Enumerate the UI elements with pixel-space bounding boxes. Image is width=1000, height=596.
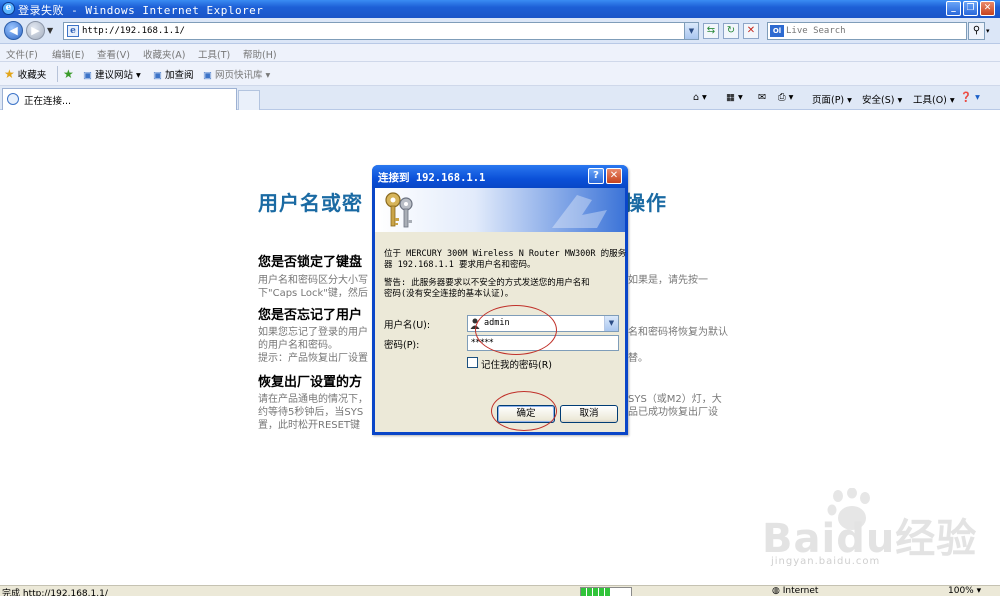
section-caps-lock-text-2: 下"Caps Lock"键，然后 — [258, 288, 368, 299]
star-icon: ★ — [4, 67, 15, 81]
dialog-help-button[interactable]: ? — [588, 168, 604, 184]
search-box[interactable]: Ol — [767, 22, 967, 40]
progress-fill — [581, 588, 611, 596]
restore-button[interactable]: ❐ — [963, 1, 978, 16]
address-dropdown-icon[interactable]: ▼ — [684, 23, 698, 39]
close-window-button[interactable]: ✕ — [980, 1, 995, 16]
tab-row: 正在连接... ⌂ ▾ ▦ ▾ ✉ ⎙ ▾ 页面(P) ▾ 安全(S) ▾ 工具… — [0, 86, 1000, 110]
section-caps-lock-title: 您是否锁定了键盘 — [258, 255, 363, 270]
section-reset-text-2-right: 品已成功恢复出厂设 — [628, 407, 718, 418]
tools-menu[interactable]: 工具(O) ▾ — [913, 92, 955, 106]
fav-suggested-sites[interactable]: ▣ 建议网站 ▾ — [83, 67, 141, 81]
annotation-circle-credentials — [475, 305, 557, 355]
fav-web-slice-gallery[interactable]: ▣ 网页快讯库 ▾ — [203, 67, 270, 81]
compatibility-icon[interactable]: ⇆ — [703, 23, 719, 39]
remember-password-checkbox[interactable] — [467, 357, 478, 368]
mail-icon[interactable]: ✉ — [758, 92, 766, 103]
page-heading-right: 操作 — [625, 191, 667, 215]
menu-edit[interactable]: 编辑(E) — [52, 47, 84, 61]
password-label: 密码(P): — [384, 340, 420, 351]
add-favorite-icon[interactable]: ★ — [63, 67, 74, 81]
security-zone[interactable]: ◍ Internet — [772, 586, 818, 596]
fav-add-subscription[interactable]: ▣ 加查阅 — [153, 67, 194, 81]
address-box[interactable]: e ▼ — [63, 22, 699, 40]
tab-current[interactable]: 正在连接... — [2, 88, 237, 110]
section-reset-title: 恢复出厂设置的方 — [258, 375, 363, 390]
menu-bar: 文件(F) 编辑(E) 查看(V) 收藏夹(A) 工具(T) 帮助(H) — [0, 44, 1000, 62]
section-reset-text-3: 置，此时松开RESET键 — [258, 420, 361, 431]
live-search-icon: Ol — [770, 25, 784, 37]
loading-icon — [7, 93, 19, 105]
search-go-icon[interactable]: ⚲ — [968, 22, 985, 40]
menu-tools[interactable]: 工具(T) — [198, 47, 230, 61]
forward-button[interactable]: ▶ — [26, 21, 45, 40]
home-icon[interactable]: ⌂ ▾ — [693, 92, 707, 103]
favorites-button[interactable]: ★ 收藏夹 — [4, 67, 46, 81]
address-toolbar: ◀ ▶ ▼ e ▼ ⇆ ↻ ✕ Ol ⚲ ▾ — [0, 18, 1000, 44]
annotation-circle-ok — [491, 391, 557, 431]
search-options-icon[interactable]: ▾ — [986, 27, 990, 35]
ie-logo-icon: e — [2, 2, 15, 15]
loading-progress — [580, 587, 632, 596]
new-tab-button[interactable] — [238, 90, 260, 110]
username-label: 用户名(U): — [384, 320, 431, 331]
menu-favorites[interactable]: 收藏夹(A) — [143, 47, 185, 61]
page-menu[interactable]: 页面(P) ▾ — [812, 92, 852, 106]
address-input[interactable] — [82, 24, 682, 38]
favorites-bar: ★ 收藏夹 ★ ▣ 建议网站 ▾ ▣ 加查阅 ▣ 网页快讯库 ▾ — [0, 62, 1000, 86]
refresh-icon[interactable]: ↻ — [723, 23, 739, 39]
section-forgot-title: 您是否忘记了用户 — [258, 308, 363, 323]
keys-icon — [385, 192, 413, 228]
page-heading-left: 用户名或密 — [258, 191, 363, 215]
section-forgot-text-3: 提示：产品恢复出厂设置 — [258, 353, 368, 364]
dialog-warning-2: 密码(没有安全连接的基本认证)。 — [384, 289, 514, 299]
zoom-level[interactable]: 100% ▾ — [948, 586, 981, 596]
section-forgot-text-3-right: 替。 — [628, 353, 648, 364]
menu-view[interactable]: 查看(V) — [97, 47, 130, 61]
status-text: 完成 http://192.168.1.1/ — [2, 589, 108, 596]
divider — [57, 66, 58, 82]
dialog-title: 连接到 192.168.1.1 — [378, 172, 486, 184]
watermark-url: jingyan.baidu.com — [771, 556, 881, 567]
minimize-button[interactable]: _ — [946, 1, 961, 16]
history-dropdown-icon[interactable]: ▼ — [47, 26, 53, 35]
safety-menu[interactable]: 安全(S) ▾ — [862, 92, 902, 106]
remember-password-label[interactable]: 记住我的密码(R) — [481, 357, 552, 371]
auth-dialog: 连接到 192.168.1.1 ? ✕ 位于 MERCURY 300M Wire… — [372, 165, 628, 435]
search-input[interactable] — [786, 24, 961, 38]
dialog-message-2: 器 192.168.1.1 要求用户名和密码。 — [384, 260, 536, 270]
section-caps-lock-text-right: 如果是，请先按一 — [628, 275, 708, 286]
window-title: 登录失败 - Windows Internet Explorer — [18, 4, 264, 17]
dialog-title-bar[interactable]: 连接到 192.168.1.1 ? ✕ — [372, 165, 628, 188]
dialog-banner — [375, 188, 625, 232]
status-bar: 完成 http://192.168.1.1/ ◍ Internet 100% ▾ — [0, 585, 1000, 596]
print-icon[interactable]: ⎙ ▾ — [778, 92, 793, 103]
banner-decoration-icon — [552, 195, 607, 228]
username-dropdown-icon[interactable]: ▼ — [604, 316, 618, 331]
help-icon[interactable]: ❓ ▾ — [960, 92, 980, 103]
stop-icon[interactable]: ✕ — [743, 23, 759, 39]
back-button[interactable]: ◀ — [4, 21, 23, 40]
cancel-button[interactable]: 取消 — [560, 405, 618, 423]
page-icon: e — [67, 25, 79, 37]
dialog-close-button[interactable]: ✕ — [606, 168, 622, 184]
menu-file[interactable]: 文件(F) — [6, 47, 38, 61]
feeds-icon[interactable]: ▦ ▾ — [726, 92, 743, 103]
section-forgot-text-right: 名和密码将恢复为默认 — [628, 327, 728, 338]
window-title-bar[interactable]: e 登录失败 - Windows Internet Explorer _ ❐ ✕ — [0, 0, 1000, 18]
menu-help[interactable]: 帮助(H) — [243, 47, 277, 61]
